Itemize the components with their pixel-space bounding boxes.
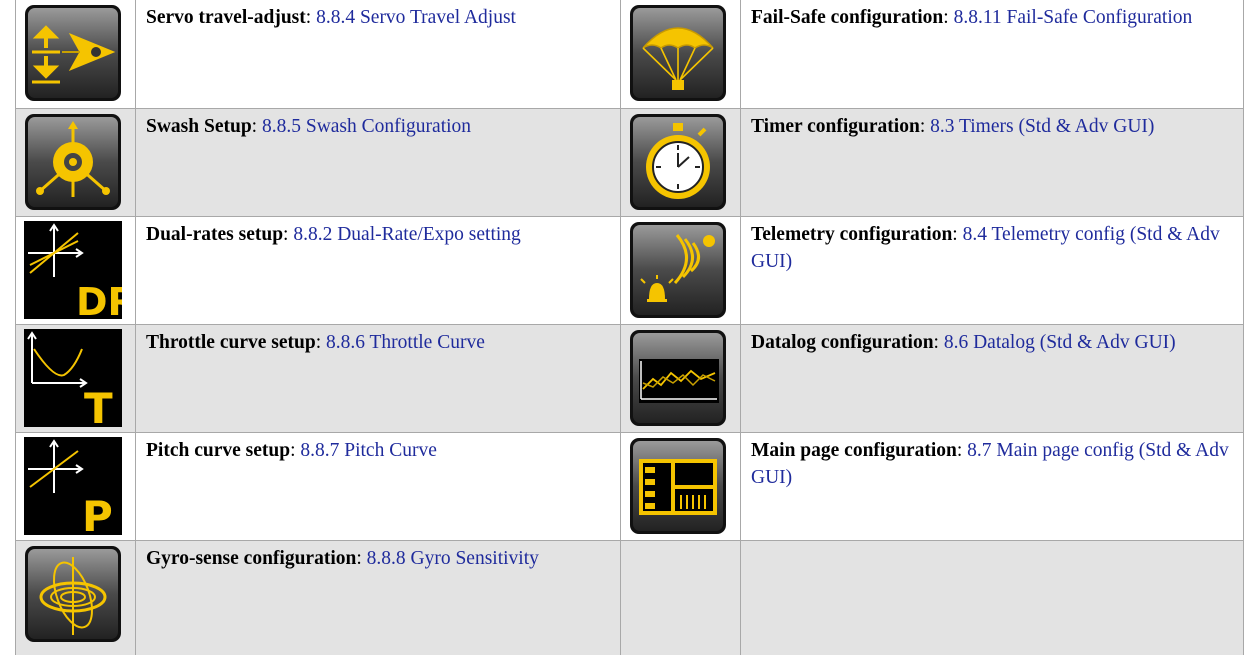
throttle-curve-icon-text: T — [84, 384, 113, 427]
link-throttle-curve[interactable]: 8.8.6 Throttle Curve — [326, 332, 485, 353]
empty-cell — [740, 539, 1244, 655]
separator: : — [943, 7, 954, 28]
throttle-curve-icon: T — [24, 328, 122, 427]
feature-label: Pitch curve setup — [146, 439, 291, 461]
separator: : — [933, 331, 944, 353]
feature-label: Fail-Safe configuration — [751, 7, 944, 28]
link-datalog[interactable]: 8.6 Datalog (Std & Adv GUI) — [944, 332, 1176, 353]
empty-cell — [620, 539, 741, 655]
swash-setup-icon — [24, 113, 122, 211]
separator: : — [919, 115, 931, 137]
link-timers[interactable]: 8.3 Timers (Std & Adv GUI) — [930, 116, 1154, 137]
link-pitch-curve[interactable]: 8.8.7 Pitch Curve — [300, 440, 437, 461]
feature-label: Gyro-sense configuration — [146, 547, 357, 569]
gyro-gimbal-icon — [24, 545, 122, 643]
separator: : — [956, 439, 968, 461]
main-page-layout-icon — [629, 437, 727, 535]
link-dual-rate-expo[interactable]: 8.8.2 Dual-Rate/Expo setting — [293, 224, 520, 245]
telemetry-alarm-icon — [629, 221, 727, 319]
link-fail-safe[interactable]: 8.8.11 Fail-Safe Configuration — [954, 7, 1193, 28]
table-row: Swash Setup: 8.8.5 Swash Configuration T… — [15, 107, 1244, 217]
feature-label: Main page configuration — [751, 439, 957, 461]
table-row: DR Dual-rates setup: 8.8.2 Dual-Rate/Exp… — [15, 215, 1244, 325]
link-servo-travel-adjust[interactable]: 8.8.4 Servo Travel Adjust — [316, 7, 516, 28]
table-row: Gyro-sense configuration: 8.8.8 Gyro Sen… — [15, 539, 1244, 655]
link-swash-configuration[interactable]: 8.8.5 Swash Configuration — [262, 116, 471, 137]
feature-label: Dual-rates setup — [146, 223, 284, 245]
parachute-failsafe-icon — [629, 4, 727, 102]
feature-label: Throttle curve setup — [146, 331, 316, 353]
dual-rate-icon-text: DR — [76, 280, 122, 319]
separator: : — [251, 115, 262, 137]
feature-label: Servo travel-adjust — [146, 7, 306, 28]
pitch-curve-icon: P — [24, 436, 122, 535]
separator: : — [315, 331, 326, 353]
feature-label: Swash Setup — [146, 115, 252, 137]
separator: : — [305, 7, 317, 28]
feature-label: Telemetry configuration — [751, 223, 953, 245]
pitch-curve-icon-text: P — [82, 492, 113, 535]
link-gyro-sensitivity[interactable]: 8.8.8 Gyro Sensitivity — [367, 548, 539, 569]
feature-table: Servo travel-adjust: 8.8.4 Servo Travel … — [15, 0, 1244, 655]
datalog-graph-icon — [629, 329, 727, 427]
separator: : — [356, 547, 367, 569]
separator: : — [952, 223, 963, 245]
feature-label: Timer configuration — [751, 115, 920, 137]
stopwatch-timer-icon — [629, 113, 727, 211]
table-row: Servo travel-adjust: 8.8.4 Servo Travel … — [15, 0, 1244, 109]
feature-label: Datalog configuration — [751, 331, 934, 353]
table-row: P Pitch curve setup: 8.8.7 Pitch Curve M… — [15, 431, 1244, 541]
table-row: T Throttle curve setup: 8.8.6 Throttle C… — [15, 323, 1244, 433]
dual-rate-icon: DR — [24, 220, 122, 319]
separator: : — [290, 439, 301, 461]
servo-travel-adjust-icon — [24, 4, 122, 102]
separator: : — [283, 223, 294, 245]
